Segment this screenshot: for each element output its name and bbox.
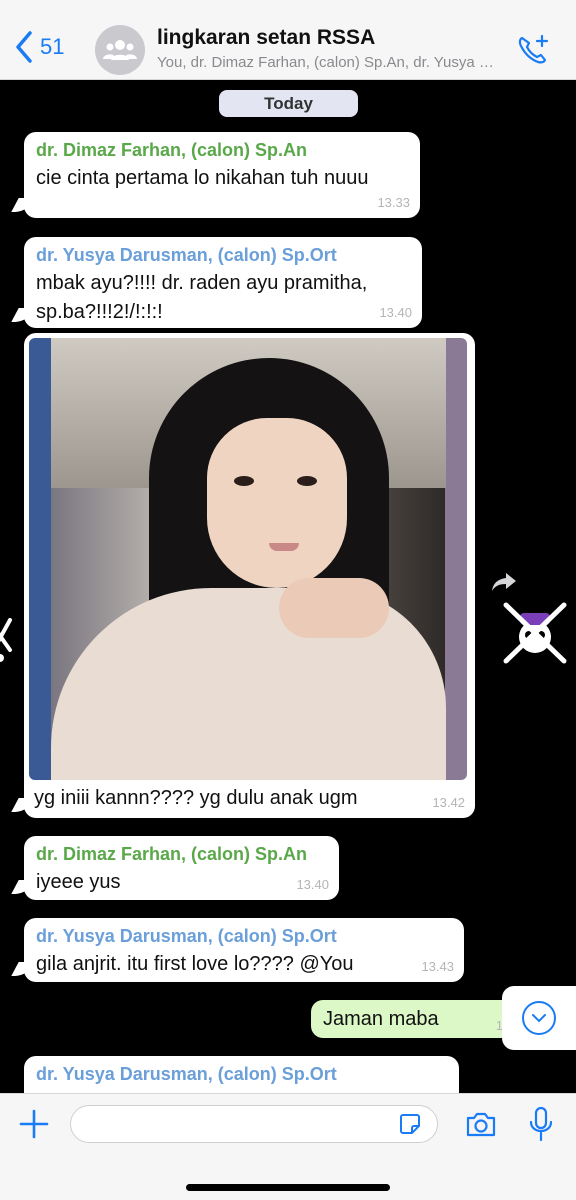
date-separator: Today [219, 90, 358, 117]
photo-caption: yg iniii kannn???? yg dulu anak ugm [34, 787, 358, 809]
message-bubble[interactable]: dr. Yusya Darusman, (calon) Sp.Ort gila … [24, 918, 464, 982]
message-bubble[interactable]: dr. Yusya Darusman, (calon) Sp.Ort [24, 1056, 459, 1093]
message-composer [0, 1093, 576, 1200]
message-text: iyeee yus [36, 871, 121, 893]
message-time: 13.40 [296, 877, 329, 892]
message-bubble[interactable]: dr. Dimaz Farhan, (calon) Sp.An cie cint… [24, 132, 420, 218]
chat-title[interactable]: lingkaran setan RSSA [157, 26, 375, 50]
sender-name[interactable]: dr. Yusya Darusman, (calon) Sp.Ort [36, 245, 337, 266]
message-text: Jaman maba [323, 1008, 439, 1030]
group-avatar[interactable] [95, 25, 145, 75]
add-call-icon[interactable] [516, 33, 550, 67]
chevron-left-icon [16, 31, 32, 63]
photo-message-bubble[interactable]: yg iniii kannn???? yg dulu anak ugm 13.4… [24, 333, 475, 818]
sender-name[interactable]: dr. Yusya Darusman, (calon) Sp.Ort [36, 926, 337, 947]
message-text: gila anjrit. itu first love lo???? @You [36, 953, 354, 975]
scroll-to-bottom-button[interactable] [502, 986, 576, 1050]
sender-name[interactable]: dr. Dimaz Farhan, (calon) Sp.An [36, 844, 307, 865]
sticker-fragment-icon [0, 618, 12, 662]
message-bubble[interactable]: dr. Yusya Darusman, (calon) Sp.Ort mbak … [24, 237, 422, 328]
back-button[interactable]: 51 [14, 30, 64, 64]
home-indicator [186, 1184, 390, 1191]
message-text: cie cinta pertama lo nikahan tuh nuuu [36, 167, 369, 189]
message-time: 13.42 [432, 795, 465, 810]
message-input[interactable] [70, 1105, 438, 1143]
plus-icon[interactable] [18, 1108, 50, 1140]
unread-count: 51 [40, 34, 65, 59]
camera-icon[interactable] [465, 1110, 497, 1138]
message-time: 13.43 [421, 959, 454, 974]
participants-list[interactable]: You, dr. Dimaz Farhan, (calon) Sp.An, dr… [157, 54, 497, 71]
skull-sticker-icon [503, 602, 567, 664]
message-time: 13.33 [377, 195, 410, 210]
sender-name[interactable]: dr. Yusya Darusman, (calon) Sp.Ort [36, 1064, 337, 1085]
group-avatar-icon [103, 40, 137, 60]
sender-name[interactable]: dr. Dimaz Farhan, (calon) Sp.An [36, 140, 307, 161]
chat-header: 51 lingkaran setan RSSA You, dr. Dimaz F… [0, 0, 576, 80]
chevron-down-icon [532, 1014, 546, 1023]
message-text-line: sp.ba?!!!2!/!:!:! [36, 301, 163, 323]
forward-icon[interactable] [490, 568, 518, 596]
outgoing-message-bubble[interactable]: Jaman maba 13.4 [311, 1000, 531, 1038]
message-time: 13.40 [379, 305, 412, 320]
photo-attachment[interactable] [29, 338, 467, 780]
sticker-icon[interactable] [398, 1112, 422, 1136]
microphone-icon[interactable] [528, 1106, 554, 1142]
message-bubble[interactable]: dr. Dimaz Farhan, (calon) Sp.An iyeee yu… [24, 836, 339, 900]
message-list[interactable]: Today dr. Dimaz Farhan, (calon) Sp.An ci… [0, 80, 576, 1093]
message-text-line: mbak ayu?!!!! dr. raden ayu pramitha, [36, 272, 368, 294]
